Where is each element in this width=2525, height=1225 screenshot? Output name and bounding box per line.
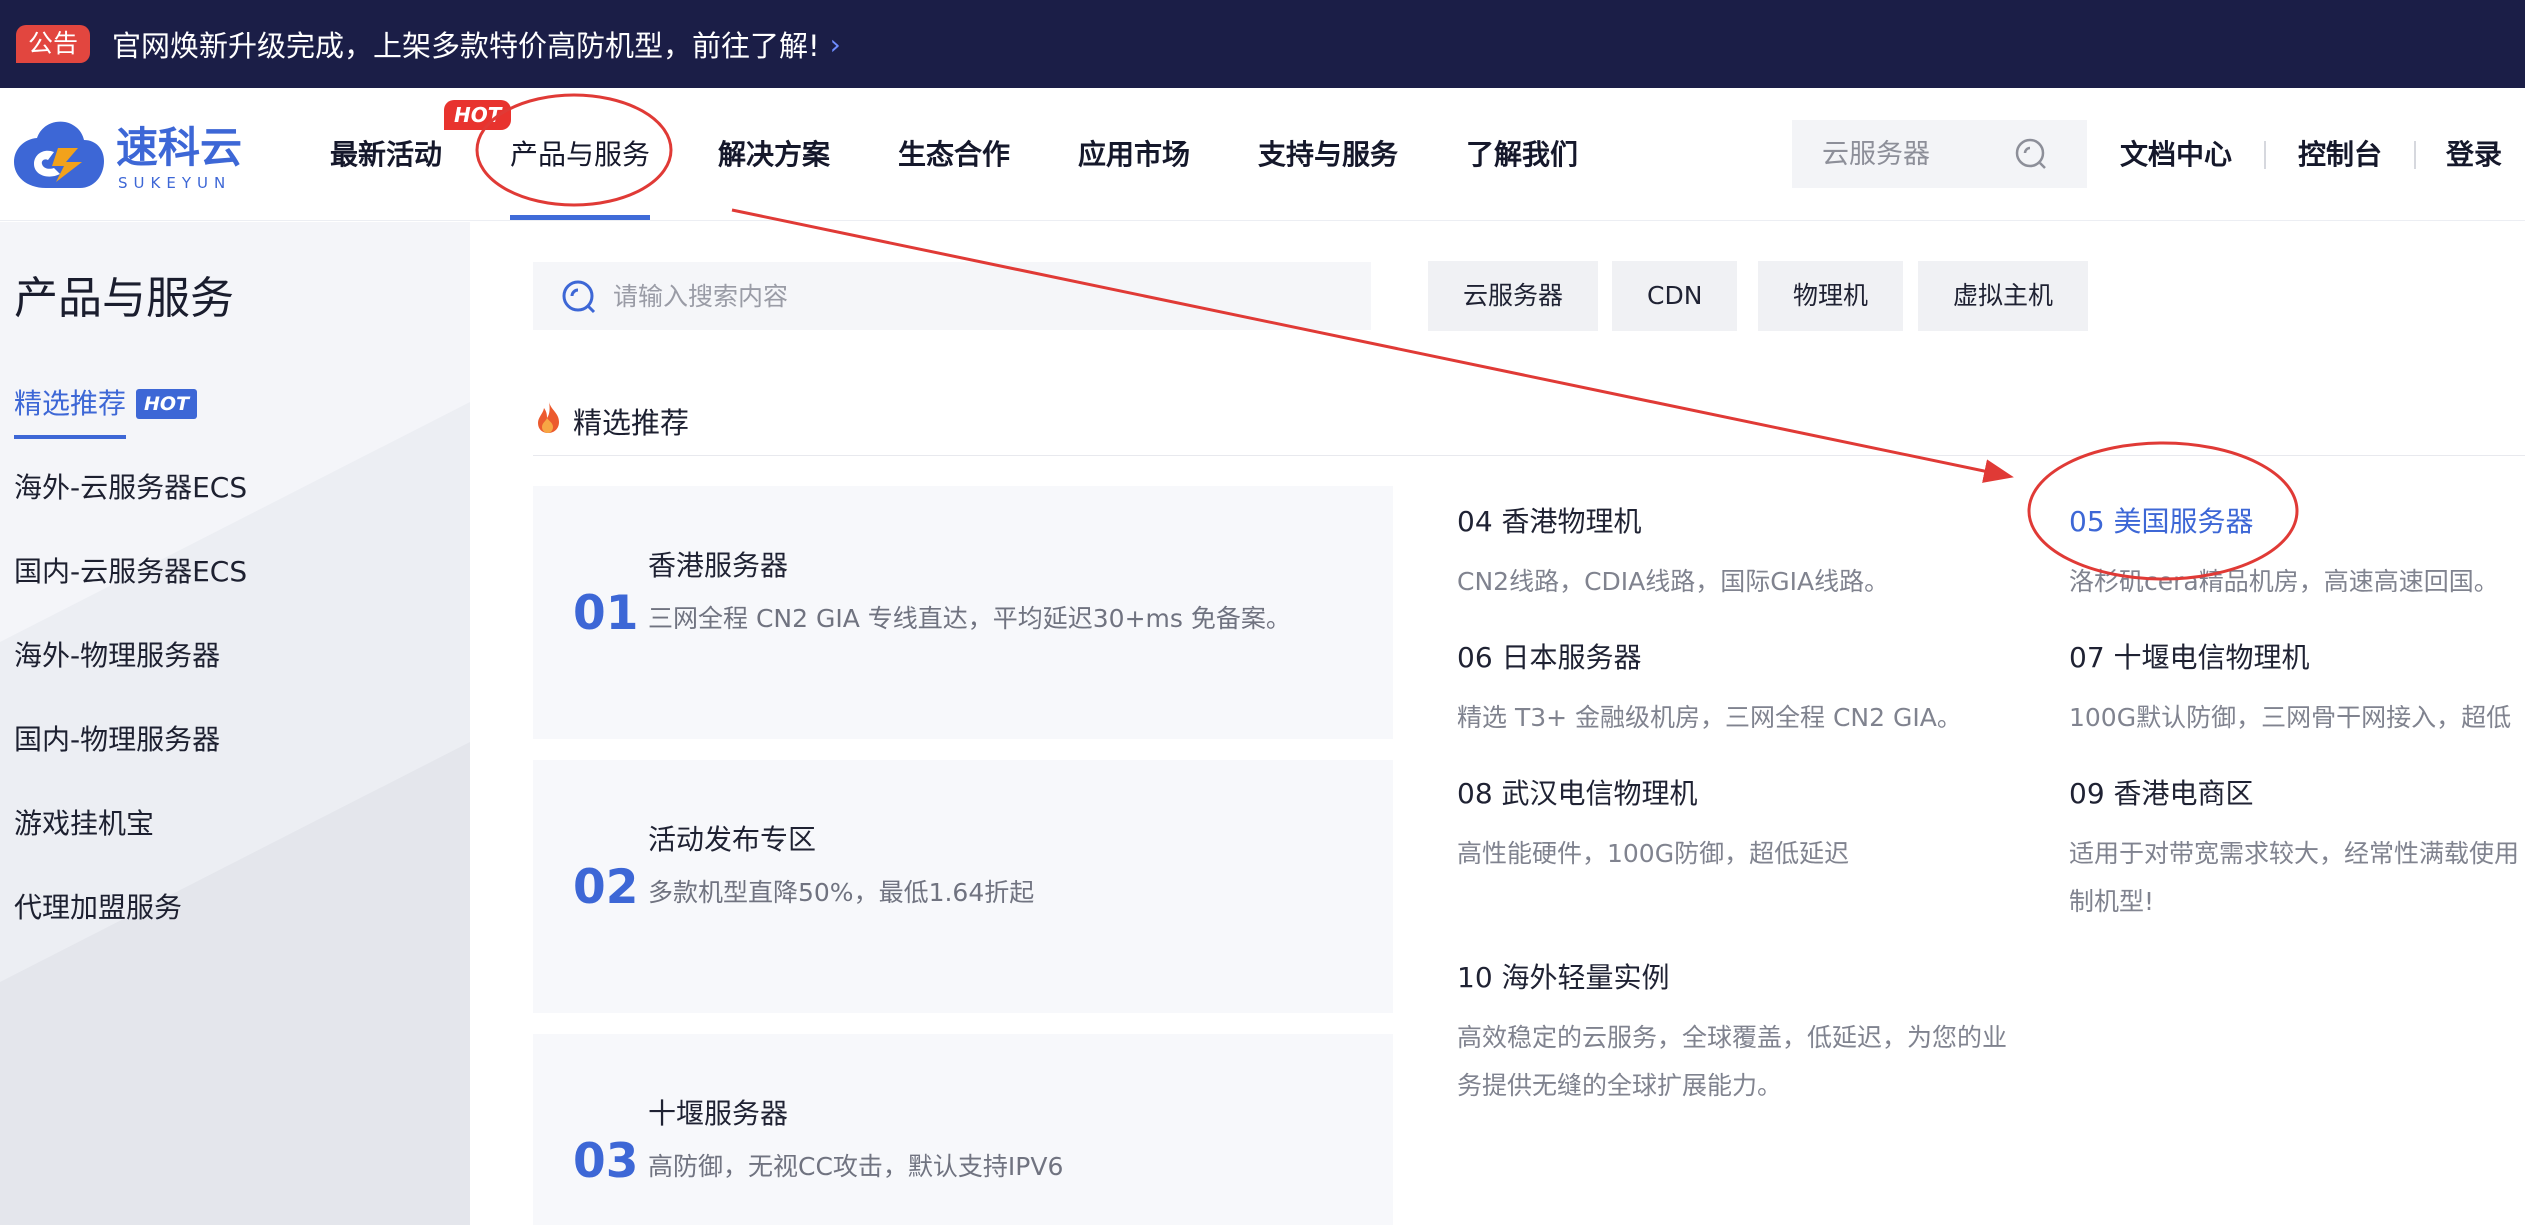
announcement-text[interactable]: 官网焕新升级完成，上架多款特价高防机型，前往了解! (112, 23, 820, 65)
section-divider (533, 455, 2525, 456)
sidebar-item-game-hosting[interactable]: 游戏挂机宝 (14, 802, 154, 842)
sidebar-hot-badge: HOT (136, 389, 198, 419)
sukeyun-logo[interactable]: 速科云 SUKEYUN (12, 118, 272, 193)
sidebar-item-overseas-ecs[interactable]: 海外-云服务器ECS (14, 466, 247, 506)
sidebar-item-domestic-physical[interactable]: 国内-物理服务器 (14, 718, 220, 758)
nav-login[interactable]: 登录 (2446, 88, 2502, 221)
product-title: 05 美国服务器 (2069, 505, 2254, 538)
product-description: 100G默认防御，三网骨干网接入，超低 (2069, 703, 2512, 732)
featured-card[interactable]: 03 十堰服务器 高防御，无视CC攻击，默认支持IPV6 (533, 1034, 1393, 1225)
card-number: 03 (573, 1134, 639, 1189)
nav-products-services[interactable]: 产品与服务 (510, 88, 650, 221)
product-description: 高效稳定的云服务，全球覆盖，低延迟，为您的业 务提供无缝的全球扩展能力。 (1457, 1014, 2007, 1110)
product-sidebar: 产品与服务 精选推荐 HOT 海外-云服务器ECS 国内-云服务器ECS 海外-物… (0, 222, 470, 1225)
search-icon (562, 280, 596, 314)
product-title: 06 日本服务器 (1457, 641, 1642, 674)
product-description: CN2线路，CDIA线路，国际GIA线路。 (1457, 567, 1890, 596)
nav-search-input[interactable] (1822, 120, 2022, 188)
nav-console[interactable]: 控制台 (2298, 88, 2382, 221)
product-item-overseas-lightweight[interactable]: 10 海外轻量实例 高效稳定的云服务，全球覆盖，低延迟，为您的业 务提供无缝的全… (1457, 956, 2007, 1110)
nav-divider (2414, 141, 2416, 169)
nav-about[interactable]: 了解我们 (1466, 88, 1578, 221)
card-number: 01 (573, 586, 639, 641)
sidebar-item-overseas-physical[interactable]: 海外-物理服务器 (14, 634, 220, 674)
product-description: 适用于对带宽需求较大，经常性满载使用 制机型! (2069, 830, 2519, 926)
nav-app-market[interactable]: 应用市场 (1078, 88, 1190, 221)
product-title: 08 武汉电信物理机 (1457, 777, 1698, 810)
sidebar-active-underline (14, 435, 126, 439)
card-description: 三网全程 CN2 GIA 专线直达，平均延迟30+ms 免备案。 (648, 604, 1291, 633)
product-search-input[interactable] (613, 262, 1313, 330)
card-description: 多款机型直降50%，最低1.64折起 (648, 878, 1035, 907)
product-item-hk-physical[interactable]: 04 香港物理机 CN2线路，CDIA线路，国际GIA线路。 (1457, 500, 1889, 606)
chip-physical-machine[interactable]: 物理机 (1758, 261, 1904, 331)
sidebar-item-domestic-ecs[interactable]: 国内-云服务器ECS (14, 550, 247, 590)
logo-sub: SUKEYUN (118, 174, 231, 192)
product-description: 精选 T3+ 金融级机房，三网全程 CN2 GIA。 (1457, 703, 1962, 732)
nav-ecosystem[interactable]: 生态合作 (898, 88, 1010, 221)
nav-divider (2264, 141, 2266, 169)
product-title: 07 十堰电信物理机 (2069, 641, 2310, 674)
flame-icon (538, 402, 559, 433)
chip-virtual-host[interactable]: 虚拟主机 (1918, 261, 2089, 331)
product-search-box[interactable] (533, 262, 1371, 330)
card-number: 02 (573, 860, 639, 915)
nav-search-box[interactable] (1792, 120, 2087, 188)
product-title: 10 海外轻量实例 (1457, 961, 1670, 994)
featured-card[interactable]: 01 香港服务器 三网全程 CN2 GIA 专线直达，平均延迟30+ms 免备案… (533, 486, 1393, 739)
product-item-jp-server[interactable]: 06 日本服务器 精选 T3+ 金融级机房，三网全程 CN2 GIA。 (1457, 636, 1962, 742)
nav-solutions[interactable]: 解决方案 (718, 88, 830, 221)
product-item-us-server[interactable]: 05 美国服务器 洛杉矶cera精品机房，高速高速回国。 (2069, 500, 2499, 606)
product-item-hk-ecommerce[interactable]: 09 香港电商区 适用于对带宽需求较大，经常性满载使用 制机型! (2069, 772, 2519, 926)
card-title: 活动发布专区 (648, 823, 817, 856)
card-title: 十堰服务器 (648, 1097, 789, 1130)
nav-docs-center[interactable]: 文档中心 (2120, 88, 2232, 221)
product-description-line: 高效稳定的云服务，全球覆盖，低延迟，为您的业 (1457, 1023, 2008, 1052)
card-title: 香港服务器 (648, 549, 789, 582)
nav-support[interactable]: 支持与服务 (1258, 88, 1398, 221)
sidebar-title: 产品与服务 (14, 273, 234, 324)
product-item-wuhan-physical[interactable]: 08 武汉电信物理机 高性能硬件，100G防御，超低延迟 (1457, 772, 1849, 878)
product-description-line: 务提供无缝的全球扩展能力。 (1457, 1071, 1783, 1100)
sidebar-item-featured[interactable]: 精选推荐 HOT (14, 382, 198, 422)
product-item-shiyan-physical[interactable]: 07 十堰电信物理机 100G默认防御，三网骨干网接入，超低 (2069, 636, 2511, 742)
announcement-bar[interactable]: 公告 官网焕新升级完成，上架多款特价高防机型，前往了解! › (0, 0, 2525, 88)
section-title: 精选推荐 (573, 406, 690, 440)
nav-latest-activity[interactable]: 最新活动 (330, 88, 442, 221)
main-navbar: 速科云 SUKEYUN 最新活动 HOT 产品与服务 解决方案 生态合作 应用市… (0, 88, 2525, 221)
search-icon[interactable] (2014, 137, 2048, 171)
sidebar-item-agent-partner[interactable]: 代理加盟服务 (14, 886, 182, 926)
sidebar-item-label: 精选推荐 (14, 387, 127, 420)
annotation-arrow (731, 208, 2014, 483)
nav-active-underline (510, 215, 650, 220)
product-description: 高性能硬件，100G防御，超低延迟 (1457, 839, 1850, 868)
logo-name: 速科云 (116, 123, 242, 172)
chip-cdn[interactable]: CDN (1612, 261, 1738, 331)
chevron-right-icon[interactable]: › (830, 28, 841, 61)
chip-cloud-server[interactable]: 云服务器 (1428, 261, 1599, 331)
featured-card[interactable]: 02 活动发布专区 多款机型直降50%，最低1.64折起 (533, 760, 1393, 1013)
product-description-line: 适用于对带宽需求较大，经常性满载使用 (2069, 839, 2520, 868)
card-description: 高防御，无视CC攻击，默认支持IPV6 (648, 1152, 1064, 1181)
product-title: 09 香港电商区 (2069, 777, 2254, 810)
product-description: 洛杉矶cera精品机房，高速高速回国。 (2069, 567, 2499, 596)
nav-hot-badge: HOT (444, 100, 512, 130)
product-title: 04 香港物理机 (1457, 505, 1642, 538)
product-description-line: 制机型! (2069, 887, 2155, 916)
announcement-badge: 公告 (16, 25, 91, 63)
